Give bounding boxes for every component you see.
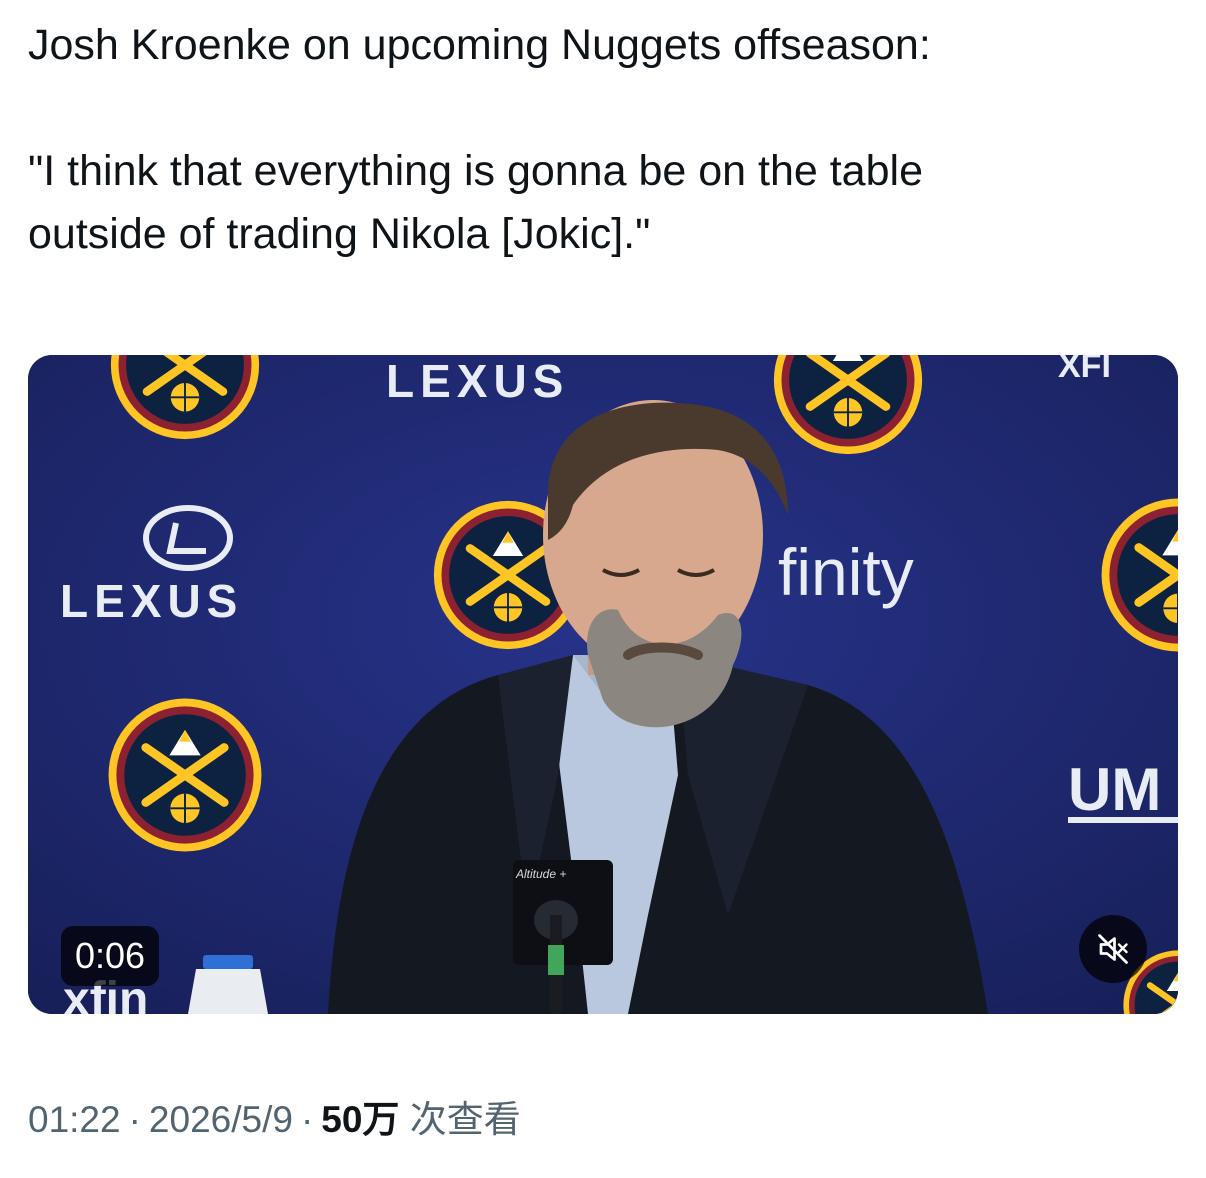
muted-speaker-icon [1098, 934, 1128, 964]
tweet-date[interactable]: 2026/5/9 [149, 1099, 293, 1140]
tweet-quote-line-1: "I think that everything is gonna be on … [28, 147, 923, 195]
tweet-time[interactable]: 01:22 [28, 1099, 121, 1140]
separator: · [128, 1099, 141, 1140]
separator: · [300, 1099, 314, 1140]
tweet-headline: Josh Kroenke on upcoming Nuggets offseas… [28, 21, 931, 69]
backdrop-lexus-top: LEXUS [386, 355, 569, 407]
tweet-text: Josh Kroenke on upcoming Nuggets offseas… [28, 14, 1178, 266]
backdrop-um: UM [1068, 756, 1161, 823]
mute-button[interactable] [1079, 915, 1147, 983]
video-player[interactable]: LEXUS LEXUS XFI finity UM xfin Altitude … [28, 355, 1178, 1014]
backdrop-lexus-left: LEXUS [60, 575, 243, 627]
nuggets-logo-icon [109, 699, 262, 852]
video-timestamp: 0:06 [61, 926, 160, 986]
video-frame: LEXUS LEXUS XFI finity UM xfin Altitude … [28, 355, 1178, 1014]
views-label: 次查看 [409, 1099, 521, 1140]
backdrop-xfinity-mid: finity [778, 535, 914, 609]
backdrop-xfin-top: XFI [1058, 355, 1111, 385]
tweet-quote-line-2: outside of trading Nikola [Jokic]." [28, 210, 651, 258]
tweet-meta: 01:22 · 2026/5/9 · 50万 次查看 [28, 1090, 521, 1150]
views-count[interactable]: 50万 [321, 1099, 399, 1140]
mic-label: Altitude + [515, 867, 566, 881]
